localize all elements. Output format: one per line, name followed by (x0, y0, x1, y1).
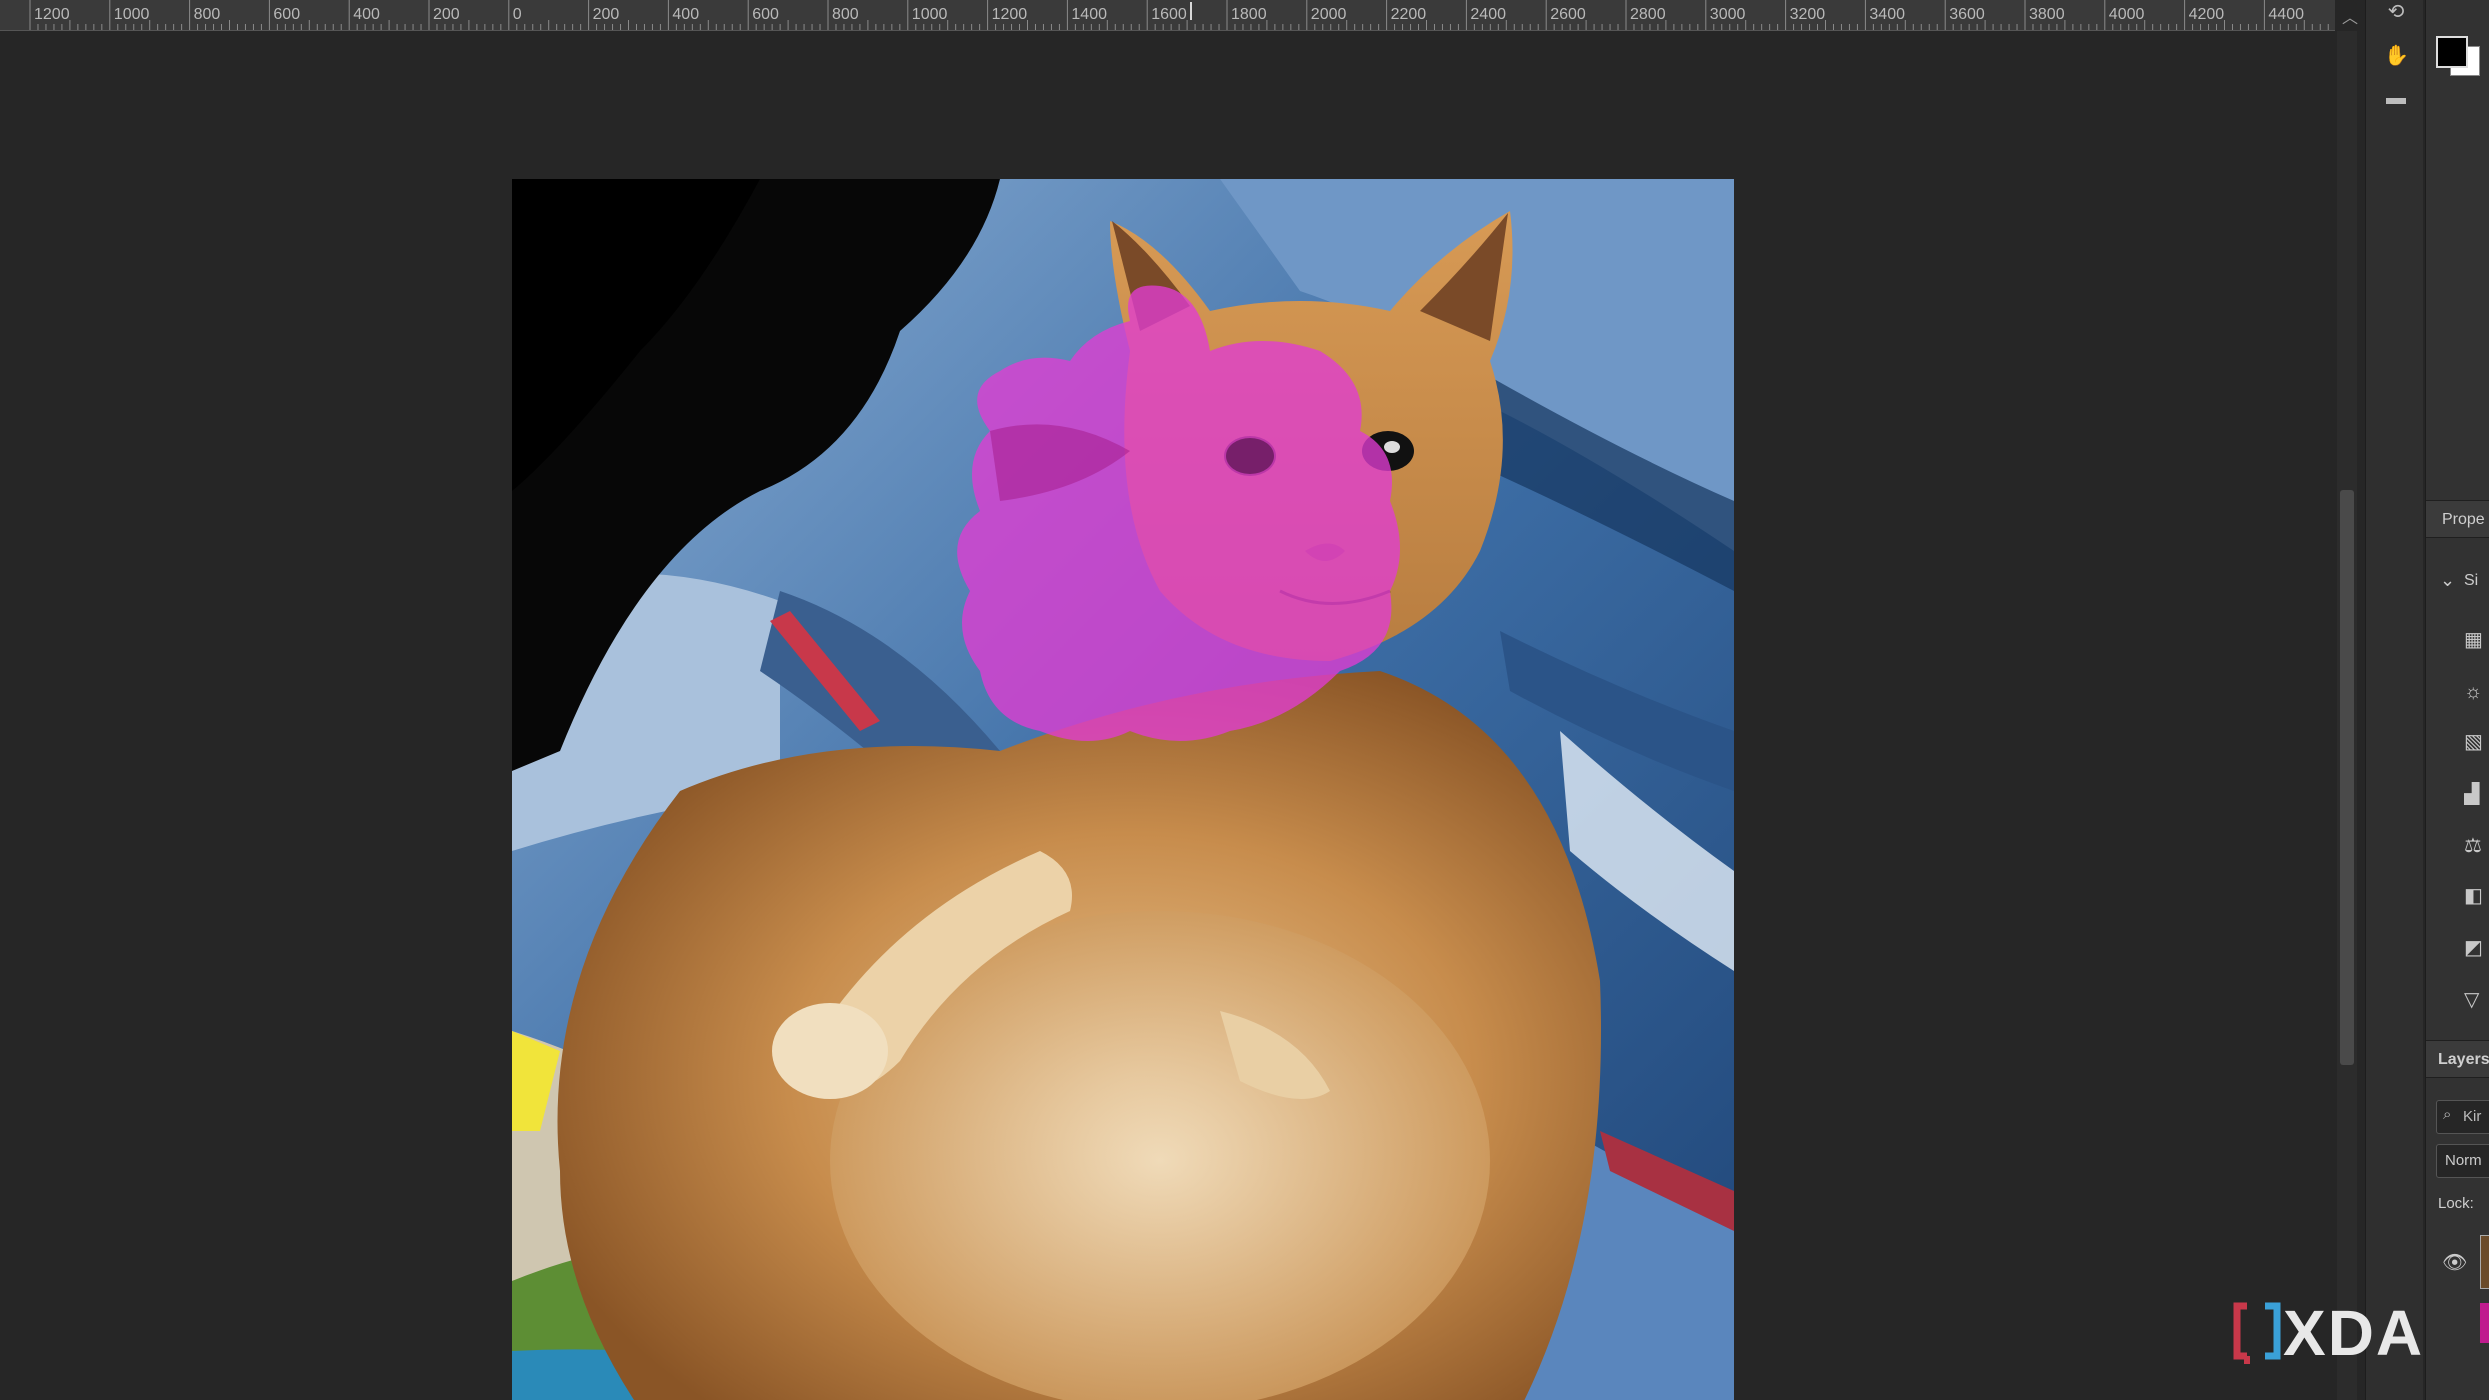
brightness-icon[interactable]: ▦ (2464, 628, 2489, 652)
right-panel: Prope ⌄ Si ▦ ☼ ▧ ▟ ⚖ ◧ ◩ ▽ Layers ⌕ Kir … (2425, 0, 2489, 1400)
blend-mode-value: Norm (2445, 1152, 2482, 1169)
xda-watermark: XDA (2233, 1297, 2425, 1369)
ruler-label: 4200 (2188, 6, 2225, 23)
ruler-label: 1200 (34, 6, 70, 23)
properties-panel-tab[interactable]: Prope (2426, 500, 2489, 538)
levels-icon[interactable]: ▧ (2464, 730, 2489, 754)
ruler-label: 1400 (1071, 6, 1107, 23)
document-canvas[interactable] (0, 31, 2335, 1400)
ruler-label: 3400 (1869, 6, 1905, 23)
gradient-map-icon[interactable]: ▽ (2464, 988, 2489, 1012)
canvas-area[interactable] (0, 31, 2335, 1400)
ruler-label: 1000 (113, 6, 150, 23)
panel-icon-strip: ⟲ ✋ ▬ (2365, 0, 2423, 1400)
properties-tab-label: Prope (2442, 511, 2485, 528)
vibrance-icon[interactable]: ◩ (2464, 936, 2489, 960)
watermark-text: XDA (2283, 1297, 2425, 1369)
ruler-label: 3200 (1789, 6, 1826, 23)
eye-icon[interactable]: 👁 (2442, 1250, 2467, 1275)
layer-kind-filter[interactable]: ⌕ Kir (2436, 1100, 2489, 1134)
kind-filter-label: Kir (2463, 1108, 2482, 1125)
black-white-icon[interactable]: ⚖ (2464, 834, 2489, 858)
ruler-label: 3600 (1949, 6, 1985, 23)
lock-label: Lock: (2438, 1195, 2474, 1212)
ruler-label: 1200 (991, 6, 1028, 23)
layers-tab-label: Layers (2438, 1051, 2489, 1068)
color-balance-icon[interactable]: ▟ (2464, 782, 2489, 806)
cat-photo (512, 179, 1734, 1400)
ruler-label: 2400 (1470, 6, 1506, 23)
ruler-label: 1600 (1151, 6, 1187, 23)
scroll-up-arrow-icon[interactable]: ︿ (2340, 4, 2360, 27)
section-label: Si (2464, 572, 2479, 589)
ruler-label: 400 (353, 6, 380, 23)
curves-icon[interactable]: ☼ (2464, 680, 2489, 704)
ruler-label: 2600 (1550, 6, 1586, 23)
ruler-label: 2800 (1630, 6, 1666, 23)
ruler-label: 3000 (1709, 6, 1746, 23)
layers-panel-tab[interactable]: Layers (2426, 1040, 2489, 1078)
ruler-label: 800 (832, 6, 859, 23)
search-icon: ⌕ (2443, 1106, 2452, 1123)
horizontal-ruler[interactable]: 1200 1000 800 600 400 200 0 200 400 600 800 1000 120… (0, 0, 2358, 31)
exposure-icon[interactable]: ◧ (2464, 884, 2489, 908)
layer-mask-thumbnail[interactable] (2480, 1303, 2489, 1343)
hand-icon[interactable]: ✋ (2384, 44, 2409, 68)
chevron-down-icon[interactable]: ⌄ (2440, 570, 2455, 591)
blend-mode-select[interactable]: Norm (2436, 1144, 2489, 1178)
layer-thumbnail[interactable] (2480, 1235, 2489, 1289)
ruler-label: 1000 (911, 6, 948, 23)
ruler-label: 600 (752, 6, 779, 23)
ruler-label: 400 (672, 6, 700, 23)
comment-icon[interactable]: ▬ (2384, 86, 2408, 110)
ruler-label: 2200 (1390, 6, 1427, 23)
ruler-label: 200 (433, 6, 460, 23)
ruler-label: 600 (273, 6, 301, 23)
ruler-label: 800 (193, 6, 221, 23)
ruler-cursor-marker (1190, 2, 1192, 20)
ruler-label: 4000 (2108, 6, 2145, 23)
rotate-view-icon[interactable]: ⟲ (2384, 0, 2408, 24)
vertical-scroll-thumb[interactable] (2340, 490, 2354, 1065)
foreground-color-swatch[interactable] (2436, 36, 2468, 68)
ruler-label: 2000 (1310, 6, 1347, 23)
ruler-label: 1800 (1231, 6, 1267, 23)
ruler-label: 0 (512, 6, 522, 23)
ruler-label: 3800 (2029, 6, 2065, 23)
xda-logo-icon (2233, 1300, 2283, 1366)
ruler-label: 4400 (2268, 6, 2304, 23)
ruler-label: 200 (592, 6, 620, 23)
